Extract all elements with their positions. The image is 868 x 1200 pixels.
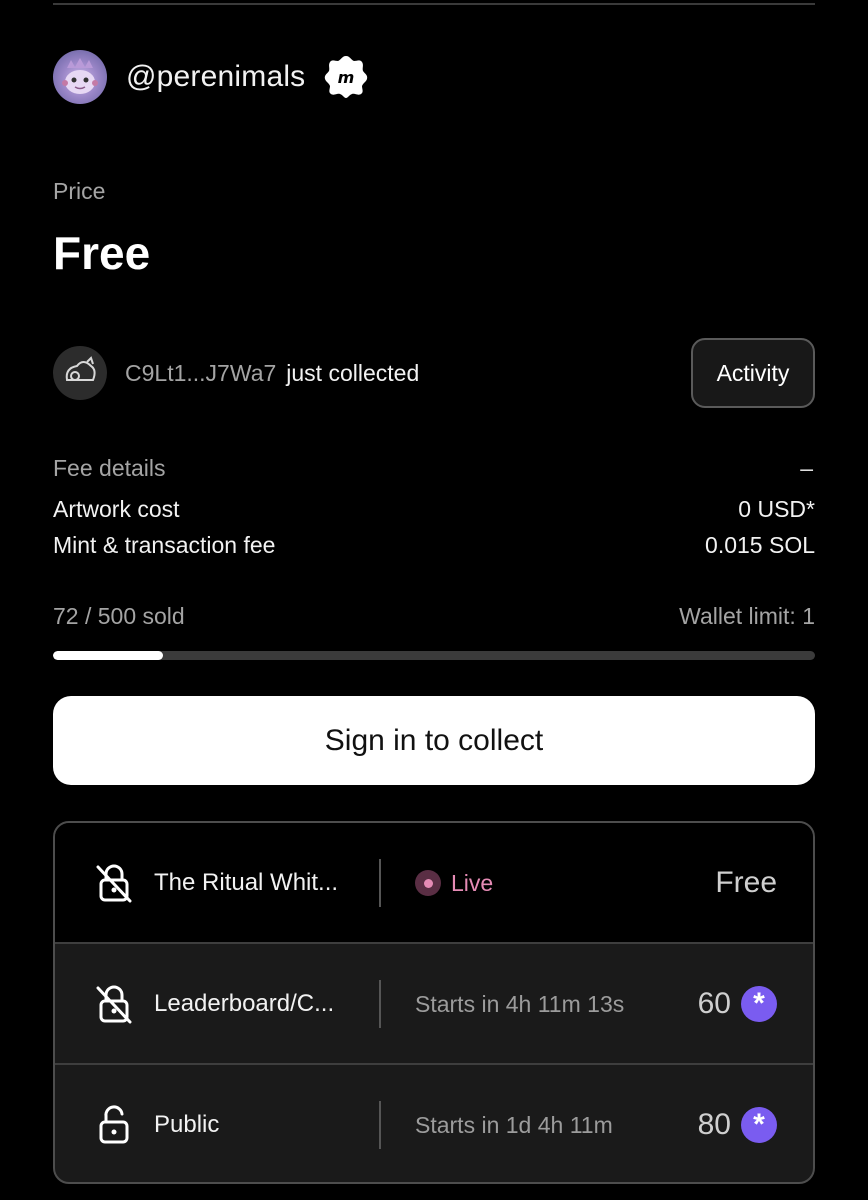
phase-status-text: Starts in 4h 11m 13s: [415, 990, 625, 1017]
phase-price-value: Free: [715, 866, 777, 899]
phase-name: Public: [154, 1111, 220, 1138]
phase-row[interactable]: Leaderboard/C... Starts in 4h 11m 13s 60…: [55, 944, 813, 1064]
collector-avatar: [53, 346, 107, 400]
collector-address[interactable]: C9Lt1...J7Wa7: [125, 360, 276, 387]
phase-status-text: Starts in 1d 4h 11m: [415, 1111, 613, 1138]
phase-row[interactable]: The Ritual Whit... Live Free: [55, 823, 813, 943]
fee-details-toggle[interactable]: –: [800, 455, 813, 482]
mint-progress-bar: [53, 651, 815, 660]
phase-price: 60 *: [698, 986, 777, 1022]
phase-divider: [379, 980, 381, 1028]
svg-text:m: m: [338, 68, 355, 87]
recent-collector-row: C9Lt1...J7Wa7 just collected: [53, 346, 419, 400]
price-value: Free: [53, 227, 151, 279]
m-badge-icon: m: [325, 56, 368, 98]
phase-price-value: 60: [697, 987, 731, 1020]
phase-name: The Ritual Whit...: [154, 869, 339, 896]
phase-status: Starts in 4h 11m 13s: [415, 991, 624, 1018]
creator-avatar[interactable]: [53, 50, 107, 104]
collected-text: just collected: [286, 359, 420, 386]
mint-progress-fill: [53, 651, 163, 660]
token-asterisk-icon: *: [741, 986, 777, 1022]
live-indicator-icon: [415, 870, 441, 896]
lock-crossed-icon: [96, 864, 132, 903]
phase-price-value: 80: [697, 1108, 731, 1141]
phase-price: Free: [715, 866, 777, 900]
wallet-limit: Wallet limit: 1: [679, 603, 815, 629]
fee-label: Mint & transaction fee: [53, 532, 276, 558]
token-asterisk-icon: *: [741, 1107, 777, 1143]
creator-row[interactable]: @perenimals m: [53, 50, 369, 104]
fee-value: 0.015 SOL: [705, 532, 815, 558]
sign-in-to-collect-button[interactable]: Sign in to collect: [53, 696, 815, 785]
mint-phases-list: The Ritual Whit... Live Free Leaderboard…: [53, 821, 815, 1184]
top-divider: [53, 3, 815, 5]
activity-button[interactable]: Activity: [691, 338, 815, 408]
phase-status: Starts in 1d 4h 11m: [415, 1112, 613, 1139]
sold-count: 72 / 500 sold: [53, 603, 185, 629]
lock-open-icon: [99, 1105, 129, 1144]
live-status-text: Live: [451, 869, 494, 896]
fee-row-artwork: Artwork cost 0 USD*: [53, 496, 815, 523]
fee-row-mint: Mint & transaction fee 0.015 SOL: [53, 532, 815, 559]
fee-details-label[interactable]: Fee details: [53, 455, 166, 482]
price-label: Price: [53, 178, 106, 204]
lock-crossed-icon: [96, 985, 132, 1024]
phase-name: Leaderboard/C...: [154, 990, 335, 1017]
phase-divider: [379, 1101, 381, 1149]
fee-value: 0 USD*: [738, 496, 815, 522]
phase-status: Live: [415, 870, 493, 897]
phase-divider: [379, 859, 381, 907]
creator-handle[interactable]: @perenimals: [126, 60, 305, 94]
phase-row[interactable]: Public Starts in 1d 4h 11m 80 *: [55, 1065, 813, 1182]
fee-label: Artwork cost: [53, 496, 180, 522]
phase-price: 80 *: [698, 1107, 777, 1143]
